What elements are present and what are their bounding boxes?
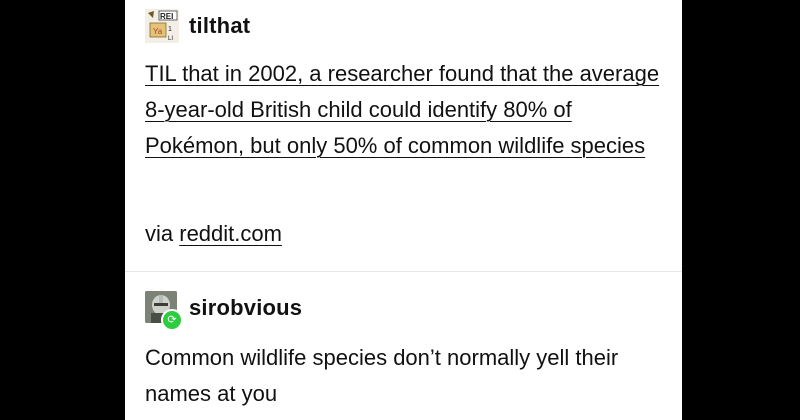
svg-text:Ya: Ya [153, 27, 163, 36]
reblog-icon: ⟳ [161, 309, 183, 331]
avatar-graphic: REI Ya 1 LI [145, 9, 179, 43]
post-card: REI Ya 1 LI tilthat TIL that in 2002, a … [125, 0, 682, 420]
reblog-username[interactable]: sirobvious [189, 295, 302, 321]
reblog-body-text: Common wildlife species don’t normally y… [145, 345, 619, 406]
via-link[interactable]: reddit.com [179, 221, 282, 246]
reblog-header: ⟳ sirobvious [145, 290, 302, 331]
via-line: via reddit.com [145, 216, 282, 252]
svg-text:LI: LI [168, 36, 173, 42]
svg-text:REI: REI [160, 12, 173, 21]
post-username[interactable]: tilthat [189, 13, 250, 39]
knight-helmet-avatar-icon[interactable]: ⟳ [145, 291, 183, 331]
rei-logo-avatar-icon[interactable]: REI Ya 1 LI [145, 9, 179, 43]
post-body-text: TIL that in 2002, a researcher found tha… [145, 56, 665, 164]
svg-text:1: 1 [168, 26, 172, 33]
via-prefix: via [145, 221, 180, 246]
post-header: REI Ya 1 LI tilthat [145, 8, 250, 44]
post-body-link[interactable]: TIL that in 2002, a researcher found tha… [145, 61, 659, 158]
divider [125, 271, 682, 272]
